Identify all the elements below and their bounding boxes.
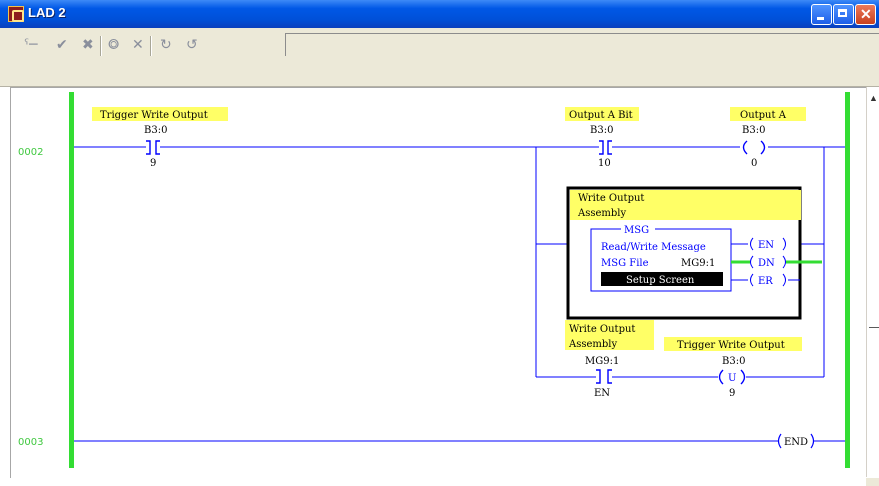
svg-text:Assembly: Assembly <box>568 339 617 350</box>
svg-text:B3:0: B3:0 <box>144 125 167 136</box>
msg-file-label: MSG File <box>601 258 649 269</box>
svg-text:Trigger Write Output: Trigger Write Output <box>677 340 785 351</box>
svg-text:Setup Screen: Setup Screen <box>626 275 695 286</box>
write-output-assembly-contact[interactable]: Write Output Assembly MG9:1 EN <box>565 320 654 399</box>
output-a-coil[interactable]: Output A B3:0 0 <box>730 107 806 169</box>
output-en: EN <box>758 240 774 251</box>
svg-text:Assembly: Assembly <box>577 208 626 219</box>
svg-text:Output A Bit: Output A Bit <box>569 110 633 121</box>
svg-text:Write Output: Write Output <box>578 193 644 204</box>
svg-text:0: 0 <box>751 158 757 169</box>
msg-file-value: MG9:1 <box>681 258 715 269</box>
output-dn: DN <box>758 258 775 269</box>
trigger-write-output-contact[interactable]: Trigger Write Output B3:0 9 <box>92 107 228 169</box>
svg-text:10: 10 <box>598 158 611 169</box>
svg-text:B3:0: B3:0 <box>722 356 745 367</box>
svg-text:EN: EN <box>594 388 610 399</box>
svg-text:9: 9 <box>150 158 156 169</box>
end-instruction: END <box>784 437 808 448</box>
msg-label: Read/Write Message <box>601 242 706 253</box>
svg-text:U: U <box>728 373 736 384</box>
svg-text:Write Output: Write Output <box>569 324 635 335</box>
rung-number: 0003 <box>18 437 43 448</box>
ladder-diagram: 0002 0003 Trigger Write Output B3:0 9 Ou… <box>18 92 850 468</box>
svg-text:9: 9 <box>729 388 735 399</box>
right-power-rail <box>845 92 850 468</box>
msg-instruction[interactable]: Write Output Assembly MSG Read/Write Mes… <box>566 186 822 320</box>
rung-0003[interactable]: END <box>74 433 845 449</box>
svg-text:MG9:1: MG9:1 <box>585 356 619 367</box>
output-er: ER <box>758 276 773 287</box>
output-a-bit-contact[interactable]: Output A Bit B3:0 10 <box>565 107 639 169</box>
left-power-rail <box>69 92 74 468</box>
svg-text:Output A: Output A <box>740 110 787 121</box>
svg-text:B3:0: B3:0 <box>742 125 765 136</box>
rung-number: 0002 <box>18 147 43 158</box>
svg-text:Trigger Write Output: Trigger Write Output <box>100 110 208 121</box>
msg-title: MSG <box>624 225 649 236</box>
trigger-write-output-unlatch-coil[interactable]: Trigger Write Output B3:0 U 9 <box>664 337 802 399</box>
svg-text:B3:0: B3:0 <box>590 125 613 136</box>
